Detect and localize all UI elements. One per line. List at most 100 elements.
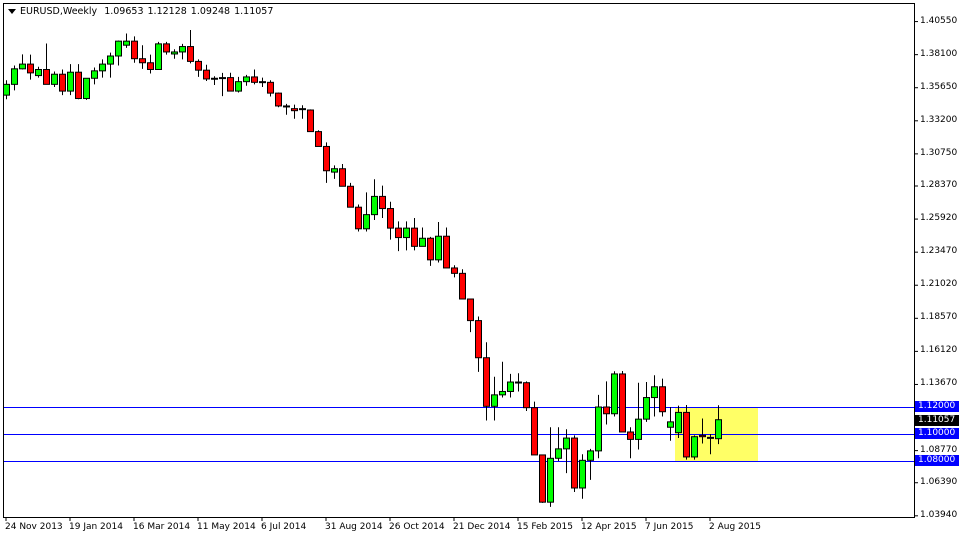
- candle-body: [3, 83, 10, 96]
- candle-body: [651, 386, 658, 399]
- price-axis-label: 1.16120: [920, 345, 958, 356]
- candle-body: [163, 43, 170, 53]
- candle-body: [291, 108, 298, 112]
- candle-body: [603, 406, 610, 415]
- candle: [51, 71, 58, 88]
- symbol-timeframe: EURUSD,Weekly: [20, 6, 98, 17]
- price-axis-label: 1.21020: [920, 279, 958, 290]
- candle-body: [203, 69, 210, 80]
- price-axis-label: 1.06390: [920, 476, 958, 487]
- candle-body: [699, 434, 706, 438]
- level-price-label: 1.12000: [915, 401, 959, 412]
- candle-body: [507, 381, 514, 392]
- candle-body: [171, 51, 178, 55]
- candle: [539, 454, 546, 503]
- candle-body: [587, 450, 594, 461]
- candle-body: [315, 131, 322, 147]
- candle-body: [75, 71, 82, 100]
- candle-body: [451, 267, 458, 274]
- candle: [83, 77, 90, 100]
- candle: [155, 41, 162, 70]
- candle-body: [187, 46, 194, 62]
- candle: [275, 92, 282, 108]
- chart-border: [3, 3, 915, 518]
- candle: [691, 435, 698, 460]
- candle-body: [475, 320, 482, 359]
- candle-body: [491, 394, 498, 407]
- candle: [571, 435, 578, 493]
- candle: [683, 404, 690, 460]
- candle: [619, 370, 626, 433]
- candle-body: [459, 272, 466, 300]
- candle-body: [539, 454, 546, 503]
- ohlc-high: 1.12128: [147, 6, 187, 17]
- candle: [459, 269, 466, 300]
- candle-body: [691, 436, 698, 458]
- candle-body: [243, 76, 250, 83]
- candle-body: [611, 373, 618, 415]
- price-axis-label: 1.25920: [920, 213, 958, 224]
- candle-body: [227, 77, 234, 92]
- candle-body: [35, 69, 42, 77]
- candle-body: [83, 77, 90, 100]
- candle-body: [379, 195, 386, 210]
- time-axis-label: 12 Apr 2015: [581, 522, 637, 532]
- candle-body: [635, 418, 642, 440]
- candle-body: [59, 73, 66, 92]
- candle-body: [355, 206, 362, 230]
- level-price-label: 1.08000: [915, 455, 959, 466]
- candle-body: [419, 237, 426, 247]
- candle-body: [123, 40, 130, 46]
- time-axis-label: 2 Aug 2015: [709, 522, 761, 532]
- candle-body: [283, 105, 290, 108]
- price-axis-label: 1.33200: [920, 114, 958, 125]
- candle-body: [347, 185, 354, 208]
- candle-body: [515, 381, 522, 384]
- candle: [523, 381, 530, 412]
- chart-canvas[interactable]: [0, 0, 960, 539]
- candle-body: [579, 459, 586, 489]
- time-axis-label: 24 Nov 2013: [5, 522, 63, 532]
- candle-body: [523, 382, 530, 409]
- candle-body: [307, 109, 314, 133]
- candle-body: [483, 357, 490, 407]
- candle-body: [667, 421, 674, 428]
- candle-body: [331, 168, 338, 173]
- candle-body: [467, 298, 474, 322]
- candle-body: [643, 397, 650, 420]
- candle-body: [219, 77, 226, 80]
- price-axis-label: 1.40550: [920, 15, 958, 26]
- dropdown-triangle-icon[interactable]: [8, 9, 16, 14]
- candle: [531, 401, 538, 456]
- time-axis-label: 7 Jun 2015: [645, 522, 694, 532]
- price-axis-label: 1.38100: [920, 48, 958, 59]
- time-axis-label: 6 Jul 2014: [261, 522, 307, 532]
- ohlc-open: 1.09653: [104, 6, 144, 17]
- candle-body: [11, 68, 18, 85]
- time-axis-label: 21 Dec 2014: [453, 522, 511, 532]
- price-axis-label: 1.08770: [920, 444, 958, 455]
- price-axis-label: 1.30750: [920, 147, 958, 158]
- candle-body: [555, 448, 562, 459]
- time-axis-label: 11 May 2014: [197, 522, 256, 532]
- candle-body: [499, 390, 506, 396]
- time-axis-label: 15 Feb 2015: [517, 522, 574, 532]
- candle-body: [627, 431, 634, 440]
- candle-body: [99, 63, 106, 72]
- current-price-label: 1.11057: [915, 414, 959, 426]
- candle-body: [259, 81, 266, 84]
- candle-body: [675, 411, 682, 434]
- candle-body: [403, 227, 410, 239]
- candle-body: [147, 62, 154, 70]
- candle-body: [211, 77, 218, 80]
- candle: [611, 371, 618, 417]
- candle-body: [435, 235, 442, 261]
- candle-body: [323, 145, 330, 172]
- candle-body: [531, 407, 538, 456]
- price-axis-label: 1.03940: [920, 509, 958, 520]
- candle-body: [275, 92, 282, 107]
- candle-body: [427, 237, 434, 261]
- candle-body: [27, 63, 34, 74]
- candle-body: [683, 411, 690, 458]
- candle-body: [299, 108, 306, 111]
